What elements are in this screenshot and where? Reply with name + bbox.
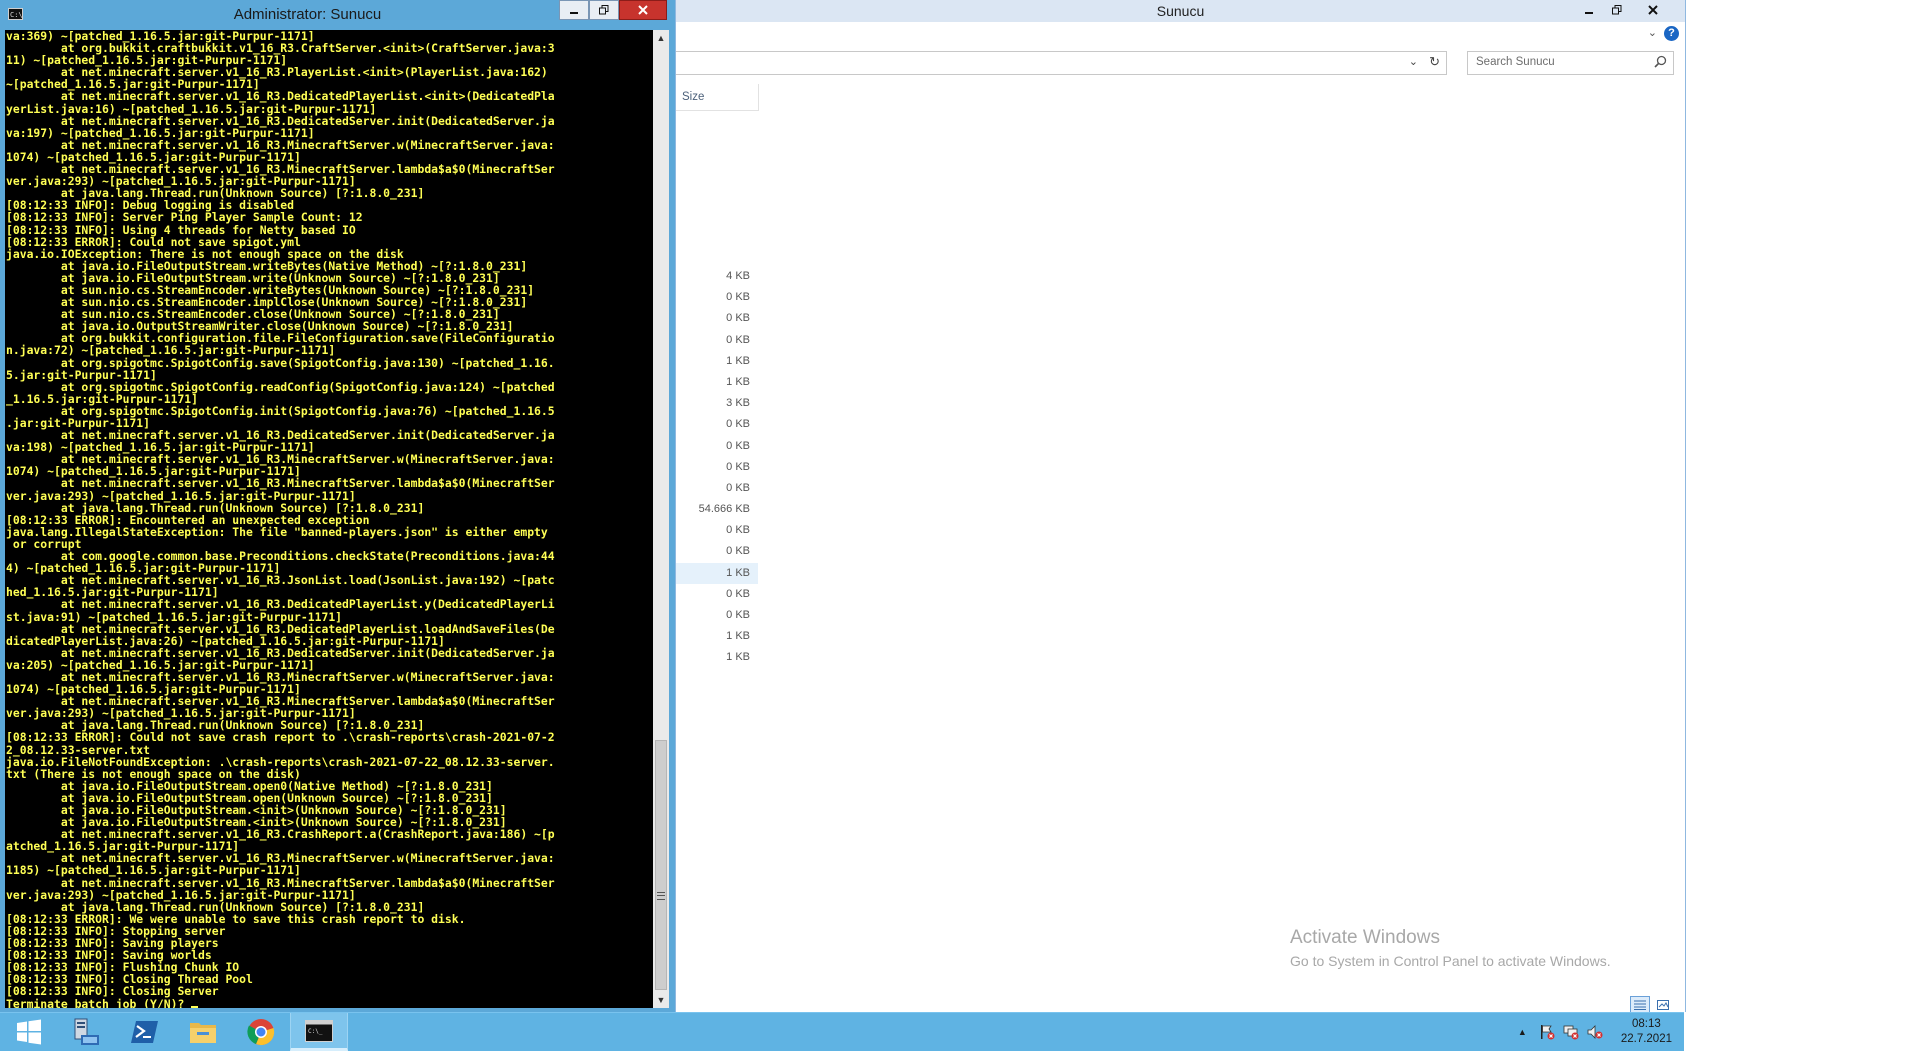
taskbar-powershell[interactable] [116,1013,174,1051]
svg-text:C:\_: C:\_ [308,1028,323,1035]
server-manager-icon [74,1018,99,1045]
console-output-area[interactable]: va:369) ~[patched_1.16.5.jar:git-Purpur-… [5,30,653,1008]
console-output: va:369) ~[patched_1.16.5.jar:git-Purpur-… [5,30,653,1008]
file-size-cell[interactable]: 0 KB [676,520,758,541]
clock-time: 08:13 [1632,1018,1661,1030]
scrollbar-thumb[interactable] [655,740,667,990]
file-size-list: 4 KB 0 KB 0 KB 0 KB 1 KB 1 KB 3 KB 0 KB 0 KB 0 KB… [676,266,758,669]
size-column-header[interactable]: Size [676,84,759,111]
close-icon [638,5,648,15]
file-size-cell[interactable]: 1 KB [676,562,758,584]
start-icon [17,1019,41,1045]
file-size-cell[interactable]: 0 KB [676,541,758,562]
action-center-flag-icon[interactable] [1539,1024,1555,1040]
restore-icon [599,5,609,15]
taskbar-file-explorer[interactable] [174,1013,232,1051]
file-size-cell[interactable]: 0 KB [676,478,758,499]
ribbon-row: ⌄ ? [676,22,1685,47]
taskbar-server-manager[interactable] [57,1013,115,1051]
chrome-icon [247,1019,275,1046]
taskbar-chrome[interactable] [232,1013,290,1051]
details-view-icon [1634,1000,1646,1010]
scrollbar-grip-icon [657,892,665,900]
file-size-cell[interactable]: 0 KB [676,330,758,351]
activation-watermark: Activate Windows Go to System in Control… [1290,927,1611,969]
restore-icon [1612,5,1622,15]
powershell-icon [131,1021,158,1043]
close-icon [1648,5,1658,15]
taskbar-cmd[interactable]: C:\_ [290,1013,348,1051]
explorer-title: Sunucu [1156,3,1205,19]
file-size-cell[interactable]: 1 KB [676,647,758,668]
show-hidden-icons-chevron-icon[interactable]: ▲ [1518,1027,1527,1037]
file-size-cell[interactable]: 0 KB [676,584,758,605]
file-size-cell[interactable]: 0 KB [676,457,758,478]
scroll-up-arrow-icon[interactable]: ▲ [653,30,669,46]
minimize-button[interactable] [559,0,589,20]
address-bar[interactable]: ⌄ ↻ [676,51,1447,75]
size-column-label: Size [682,91,705,103]
search-input[interactable] [1474,55,1648,69]
refresh-icon[interactable]: ↻ [1429,54,1440,70]
file-size-cell[interactable]: 1 KB [676,372,758,393]
close-button[interactable] [1631,0,1675,20]
file-size-cell[interactable]: 1 KB [676,351,758,372]
file-size-cell[interactable]: 0 KB [676,605,758,626]
system-tray: ▲ 08:13 22.7.2021 [1518,1013,1672,1051]
expand-ribbon-chevron-icon[interactable]: ⌄ [1648,26,1657,39]
file-size-cell[interactable]: 54.666 KB [676,499,758,520]
file-size-cell[interactable]: 1 KB [676,626,758,647]
scroll-down-arrow-icon[interactable]: ▼ [653,992,669,1008]
close-button[interactable] [619,0,667,20]
file-size-cell[interactable]: 3 KB [676,393,758,414]
explorer-window: Sunucu ⌄ ? ⌄ ↻ Size 4 KB0 KB0 KB0 KB1 KB… [675,0,1686,1014]
console-title: Administrator: Sunucu [233,6,382,23]
restore-button[interactable] [1603,0,1631,20]
vertical-scrollbar[interactable]: ▲ ▼ [653,30,669,1008]
search-icon[interactable] [1654,55,1667,68]
file-size-cell[interactable]: 0 KB [676,308,758,329]
clock-date: 22.7.2021 [1620,1033,1672,1045]
minimize-icon [570,12,578,14]
search-box[interactable] [1467,51,1674,75]
text-cursor [191,1005,199,1008]
restore-button[interactable] [589,0,619,20]
explorer-titlebar[interactable]: Sunucu [676,0,1685,22]
minimize-button[interactable] [1575,0,1603,20]
console-text: va:369) ~[patched_1.16.5.jar:git-Purpur-… [6,30,555,1008]
start-button[interactable] [0,1013,58,1051]
file-size-cell[interactable]: 0 KB [676,414,758,435]
address-dropdown-chevron-icon[interactable]: ⌄ [1409,55,1418,68]
clock[interactable]: 08:13 22.7.2021 [1621,1017,1672,1047]
console-titlebar[interactable]: C:\ Administrator: Sunucu [0,0,675,30]
minimize-icon [1585,12,1593,14]
file-size-cell[interactable]: 0 KB [676,436,758,457]
console-window: C:\ Administrator: Sunucu va:369) ~[patc… [0,0,675,1012]
file-size-cell[interactable]: 0 KB [676,287,758,308]
taskbar: C:\_ ▲ 08:13 22.7.2021 [0,1012,1684,1051]
large-icons-view-icon [1657,1000,1669,1010]
activation-subtitle: Go to System in Control Panel to activat… [1290,953,1611,969]
volume-muted-icon[interactable] [1587,1024,1603,1040]
network-icon[interactable] [1563,1024,1579,1040]
file-size-cell[interactable]: 4 KB [676,266,758,287]
file-explorer-icon [190,1023,216,1043]
activation-title: Activate Windows [1290,927,1440,948]
help-icon[interactable]: ? [1664,26,1679,41]
cmd-icon: C:\_ [305,1019,333,1042]
